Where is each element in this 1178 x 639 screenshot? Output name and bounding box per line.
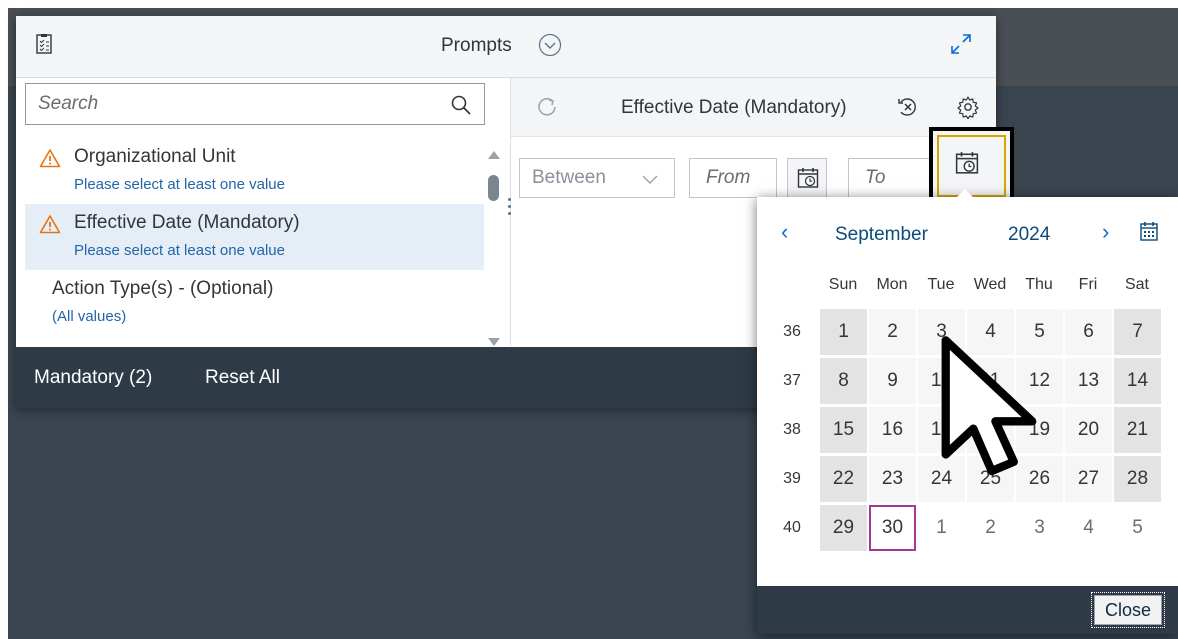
calendar-day[interactable]: 27: [1065, 456, 1112, 502]
list-item-title: Action Type(s) - (Optional): [52, 278, 274, 299]
clear-filter-icon[interactable]: [896, 95, 920, 119]
calendar-day-next-month[interactable]: 5: [1114, 505, 1161, 551]
list-item-status: Please select at least one value: [74, 176, 285, 193]
clipboard-checklist-icon: [36, 34, 52, 54]
calendar-icon[interactable]: [1140, 221, 1158, 241]
calendar-day[interactable]: 3: [918, 309, 965, 355]
calendar-day[interactable]: 6: [1065, 309, 1112, 355]
calendar-clock-icon: [797, 168, 819, 188]
calendar-day[interactable]: 25: [967, 456, 1014, 502]
calendar-day[interactable]: 29: [820, 505, 867, 551]
list-item-action-type[interactable]: Action Type(s) - (Optional) (All values): [25, 270, 484, 336]
list-item-status: Please select at least one value: [74, 242, 285, 259]
calendar-day-today[interactable]: 30: [869, 505, 916, 551]
scroll-down-arrow[interactable]: [488, 338, 500, 346]
date-picker-popover: ‹ September 2024 › Sun Mon Tue Wed Thu F…: [757, 189, 1178, 634]
week-number: 37: [783, 372, 801, 389]
refresh-icon[interactable]: [536, 96, 558, 118]
calendar-day[interactable]: 22: [820, 456, 867, 502]
week-number: 36: [783, 323, 801, 340]
previous-month-button[interactable]: ‹: [781, 219, 788, 245]
dialog-header: Prompts: [16, 16, 996, 78]
calendar-day-next-month[interactable]: 4: [1065, 505, 1112, 551]
next-month-button[interactable]: ›: [1102, 219, 1109, 245]
detail-header: Effective Date (Mandatory): [511, 78, 996, 137]
calendar-day[interactable]: 13: [1065, 358, 1112, 404]
chevron-down-icon: [642, 175, 658, 184]
search-icon[interactable]: [450, 94, 472, 116]
calendar-day[interactable]: 4: [967, 309, 1014, 355]
calendar-day[interactable]: 10: [918, 358, 965, 404]
list-item-title: Effective Date (Mandatory): [74, 212, 300, 233]
calendar-day[interactable]: 26: [1016, 456, 1063, 502]
weekday-header: Fri: [1078, 276, 1098, 293]
calendar-clock-icon: [955, 152, 979, 174]
week-number: 40: [783, 519, 801, 536]
week-number: 39: [783, 470, 801, 487]
weekday-header: Sat: [1124, 276, 1149, 293]
warning-icon: [39, 149, 61, 168]
weekday-header: Thu: [1025, 276, 1053, 293]
weekday-header: Wed: [973, 276, 1007, 293]
operator-value: Between: [532, 167, 606, 188]
calendar-day[interactable]: 16: [869, 407, 916, 453]
calendar-day[interactable]: 2: [869, 309, 916, 355]
weekday-header: Sun: [828, 276, 858, 293]
list-item-organizational-unit[interactable]: Organizational Unit Please select at lea…: [25, 138, 484, 204]
from-date-input[interactable]: [689, 158, 777, 198]
calendar-day[interactable]: 9: [869, 358, 916, 404]
warning-icon: [39, 215, 61, 234]
calendar-day[interactable]: 21: [1114, 407, 1161, 453]
to-date-input[interactable]: [848, 158, 936, 198]
chevron-down-circle-icon[interactable]: [538, 33, 562, 57]
calendar-day[interactable]: 1: [820, 309, 867, 355]
calendar-day[interactable]: 19: [1016, 407, 1063, 453]
prompt-list-pane: Organizational Unit Please select at lea…: [16, 78, 510, 346]
popover-arrow: [955, 189, 975, 199]
detail-title: Effective Date (Mandatory): [621, 97, 847, 118]
calendar-day[interactable]: 14: [1114, 358, 1161, 404]
expand-icon[interactable]: [950, 33, 972, 55]
calendar-day-next-month[interactable]: 1: [918, 505, 965, 551]
mandatory-filter-button[interactable]: Mandatory (2): [34, 367, 152, 389]
calendar-day[interactable]: 23: [869, 456, 916, 502]
scroll-up-arrow[interactable]: [488, 151, 500, 159]
list-item-title: Organizational Unit: [74, 146, 236, 167]
calendar-day[interactable]: 5: [1016, 309, 1063, 355]
close-button[interactable]: Close: [1094, 595, 1162, 625]
weekday-header: Mon: [876, 276, 908, 293]
calendar-day[interactable]: 28: [1114, 456, 1161, 502]
search-field: [25, 83, 485, 125]
gear-icon[interactable]: [956, 95, 980, 119]
dialog-title: Prompts: [441, 35, 512, 56]
from-calendar-button[interactable]: [787, 158, 827, 198]
calendar-day[interactable]: 24: [918, 456, 965, 502]
date-picker-footer: Close: [757, 586, 1178, 634]
calendar-day[interactable]: 8: [820, 358, 867, 404]
calendar-day-next-month[interactable]: 2: [967, 505, 1014, 551]
month-button[interactable]: September: [835, 224, 928, 246]
search-input[interactable]: [38, 84, 438, 124]
calendar-day[interactable]: 17: [918, 407, 965, 453]
week-number: 38: [783, 421, 801, 438]
reset-all-button[interactable]: Reset All: [205, 367, 280, 389]
calendar-day[interactable]: 18: [967, 407, 1014, 453]
scrollbar-thumb[interactable]: [488, 175, 499, 201]
list-item-effective-date[interactable]: Effective Date (Mandatory) Please select…: [25, 204, 484, 270]
calendar-day[interactable]: 7: [1114, 309, 1161, 355]
list-item-status: (All values): [52, 308, 127, 325]
operator-select[interactable]: Between: [519, 158, 675, 198]
calendar-day[interactable]: 11: [967, 358, 1014, 404]
calendar-day-next-month[interactable]: 3: [1016, 505, 1063, 551]
calendar-day[interactable]: 15: [820, 407, 867, 453]
calendar-day[interactable]: 20: [1065, 407, 1112, 453]
year-button[interactable]: 2024: [1008, 224, 1050, 246]
weekday-header: Tue: [927, 276, 955, 293]
calendar-day[interactable]: 12: [1016, 358, 1063, 404]
